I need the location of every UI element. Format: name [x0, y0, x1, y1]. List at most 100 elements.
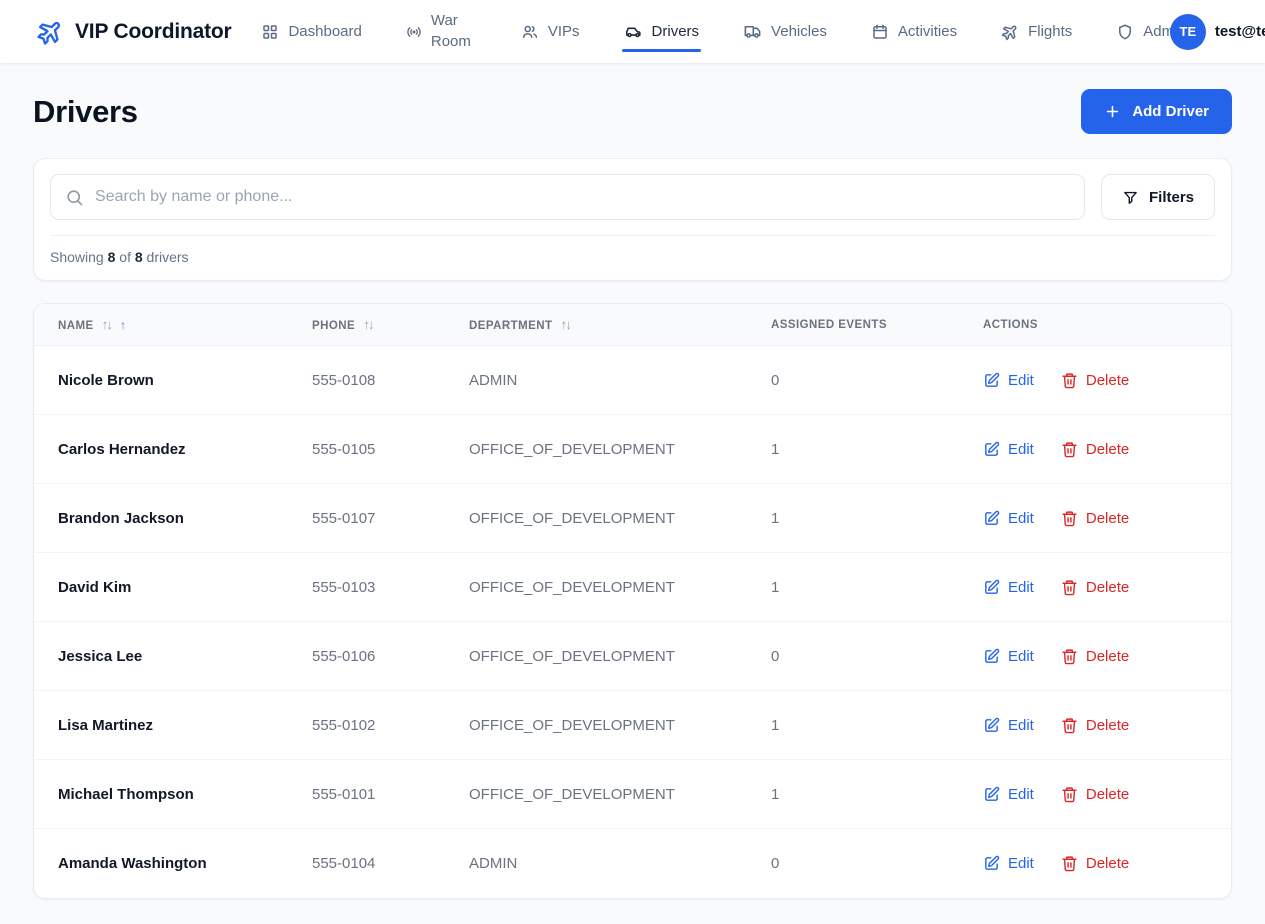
column-header-name[interactable]: NAME↑↓↑ — [34, 304, 288, 346]
driver-name: Amanda Washington — [34, 829, 288, 898]
page-title: Drivers — [33, 94, 138, 130]
delete-button[interactable]: Delete — [1061, 510, 1129, 527]
driver-name: Brandon Jackson — [34, 484, 288, 553]
driver-phone: 555-0101 — [288, 760, 445, 829]
add-driver-button[interactable]: Add Driver — [1081, 89, 1232, 134]
truck-icon — [743, 22, 762, 41]
trash-icon — [1061, 648, 1078, 665]
sort-arrows-icon: ↑↓ — [561, 317, 571, 332]
filters-button[interactable]: Filters — [1101, 174, 1215, 220]
edit-button[interactable]: Edit — [983, 579, 1034, 596]
app-title: VIP Coordinator — [75, 20, 231, 44]
driver-assigned-events: 1 — [747, 553, 959, 622]
table-row: Jessica Lee 555-0106 OFFICE_OF_DEVELOPME… — [34, 622, 1231, 691]
search-input[interactable] — [95, 188, 1070, 206]
column-header-department[interactable]: DEPARTMENT↑↓ — [445, 304, 747, 346]
brand[interactable]: VIP Coordinator — [36, 18, 231, 46]
driver-phone: 555-0102 — [288, 691, 445, 760]
nav-item-war-room[interactable]: War Room — [406, 8, 477, 55]
edit-button[interactable]: Edit — [983, 648, 1034, 665]
avatar[interactable]: TE — [1170, 14, 1206, 50]
driver-department: OFFICE_OF_DEVELOPMENT — [445, 760, 747, 829]
user-email: test@test.com — [1215, 23, 1265, 40]
delete-button[interactable]: Delete — [1061, 579, 1129, 596]
total-count: 8 — [135, 249, 143, 265]
edit-pencil-icon — [983, 372, 1000, 389]
top-navbar: VIP Coordinator Dashboard War Room — [0, 0, 1265, 63]
column-header-phone[interactable]: PHONE↑↓ — [288, 304, 445, 346]
row-actions: Edit Delete — [983, 579, 1221, 596]
trash-icon — [1061, 786, 1078, 803]
row-actions: Edit Delete — [983, 648, 1221, 665]
driver-department: ADMIN — [445, 829, 747, 898]
driver-phone: 555-0107 — [288, 484, 445, 553]
delete-button[interactable]: Delete — [1061, 372, 1129, 389]
driver-phone: 555-0104 — [288, 829, 445, 898]
broadcast-icon — [406, 24, 422, 40]
edit-button[interactable]: Edit — [983, 786, 1034, 803]
row-actions: Edit Delete — [983, 372, 1221, 389]
row-actions: Edit Delete — [983, 855, 1221, 872]
driver-name: Carlos Hernandez — [34, 415, 288, 484]
main-nav: Dashboard War Room VIPs — [261, 8, 1185, 55]
app-logo-plane-icon — [36, 18, 64, 46]
driver-department: OFFICE_OF_DEVELOPMENT — [445, 553, 747, 622]
delete-button[interactable]: Delete — [1061, 441, 1129, 458]
edit-button[interactable]: Edit — [983, 855, 1034, 872]
trash-icon — [1061, 855, 1078, 872]
driver-name: David Kim — [34, 553, 288, 622]
search-panel: Filters Showing 8 of 8 drivers — [33, 158, 1232, 281]
driver-name: Nicole Brown — [34, 346, 288, 415]
sort-arrows-icon: ↑↓ — [102, 317, 112, 332]
delete-button[interactable]: Delete — [1061, 648, 1129, 665]
plane-icon — [1001, 23, 1019, 41]
driver-phone: 555-0105 — [288, 415, 445, 484]
edit-pencil-icon — [983, 717, 1000, 734]
driver-name: Jessica Lee — [34, 622, 288, 691]
delete-button[interactable]: Delete — [1061, 855, 1129, 872]
driver-assigned-events: 1 — [747, 760, 959, 829]
delete-button[interactable]: Delete — [1061, 717, 1129, 734]
delete-button[interactable]: Delete — [1061, 786, 1129, 803]
table-row: David Kim 555-0103 OFFICE_OF_DEVELOPMENT… — [34, 553, 1231, 622]
search-icon — [65, 188, 84, 207]
edit-button[interactable]: Edit — [983, 717, 1034, 734]
nav-item-flights[interactable]: Flights — [1001, 20, 1072, 44]
driver-department: OFFICE_OF_DEVELOPMENT — [445, 622, 747, 691]
table-row: Carlos Hernandez 555-0105 OFFICE_OF_DEVE… — [34, 415, 1231, 484]
driver-phone: 555-0106 — [288, 622, 445, 691]
driver-department: ADMIN — [445, 346, 747, 415]
driver-department: OFFICE_OF_DEVELOPMENT — [445, 691, 747, 760]
search-box — [50, 174, 1085, 220]
nav-item-vehicles[interactable]: Vehicles — [743, 19, 827, 44]
car-icon — [624, 22, 643, 41]
main-content: Drivers Add Driver — [0, 89, 1265, 899]
driver-department: OFFICE_OF_DEVELOPMENT — [445, 484, 747, 553]
driver-assigned-events: 0 — [747, 346, 959, 415]
driver-phone: 555-0103 — [288, 553, 445, 622]
edit-button[interactable]: Edit — [983, 372, 1034, 389]
driver-assigned-events: 1 — [747, 484, 959, 553]
nav-item-activities[interactable]: Activities — [871, 20, 957, 44]
row-actions: Edit Delete — [983, 786, 1221, 803]
plus-icon — [1104, 103, 1121, 120]
row-actions: Edit Delete — [983, 441, 1221, 458]
edit-pencil-icon — [983, 510, 1000, 527]
nav-item-dashboard[interactable]: Dashboard — [261, 20, 361, 44]
driver-department: OFFICE_OF_DEVELOPMENT — [445, 415, 747, 484]
sort-arrows-icon: ↑↓ — [363, 317, 373, 332]
trash-icon — [1061, 579, 1078, 596]
edit-pencil-icon — [983, 855, 1000, 872]
shield-icon — [1116, 23, 1134, 41]
trash-icon — [1061, 372, 1078, 389]
column-header-actions: ACTIONS — [959, 304, 1231, 346]
edit-button[interactable]: Edit — [983, 510, 1034, 527]
nav-item-drivers[interactable]: Drivers — [624, 19, 700, 44]
driver-assigned-events: 0 — [747, 829, 959, 898]
dashboard-grid-icon — [261, 23, 279, 41]
nav-item-vips[interactable]: VIPs — [521, 20, 580, 44]
user-menu[interactable]: TE test@test.com — [1170, 14, 1265, 50]
shown-count: 8 — [108, 249, 116, 265]
driver-assigned-events: 1 — [747, 415, 959, 484]
edit-button[interactable]: Edit — [983, 441, 1034, 458]
